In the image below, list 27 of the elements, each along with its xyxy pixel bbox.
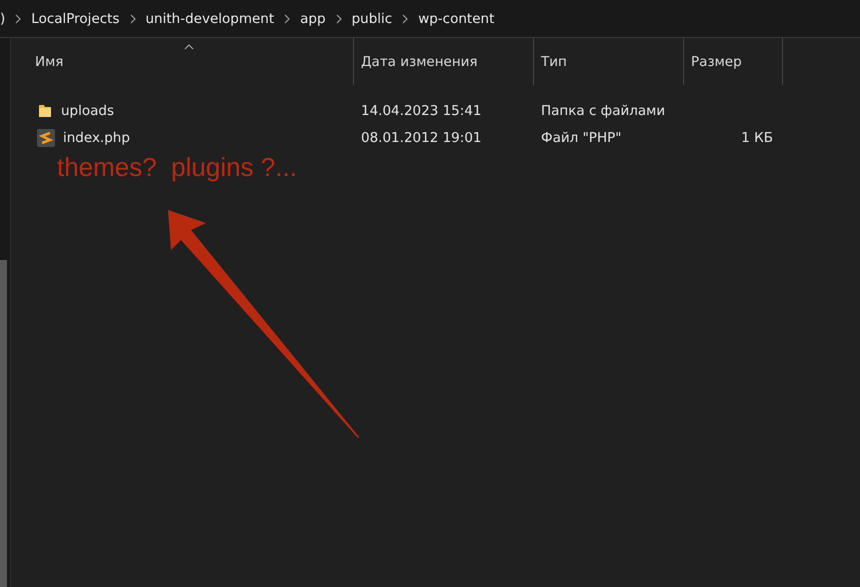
chevron-icon <box>334 14 343 24</box>
scrollbar-thumb[interactable] <box>0 260 7 587</box>
chevron-icon <box>14 14 22 24</box>
date-cell: 08.01.2012 19:01 <box>361 130 482 146</box>
column-header[interactable]: Размер <box>684 38 783 85</box>
sort-caret-icon <box>184 44 194 50</box>
file-name[interactable]: uploads <box>61 102 114 118</box>
column-header[interactable]: Имя <box>24 38 354 85</box>
chevron-icon <box>128 14 136 24</box>
type-cell: Файл "PHP" <box>541 130 622 146</box>
type-cell: Папка с файлами <box>541 102 666 118</box>
breadcrumb-item[interactable]: ) <box>0 10 6 26</box>
chevron-icon <box>283 14 292 24</box>
breadcrumb-item[interactable]: public <box>352 10 392 26</box>
file-icon <box>37 128 55 146</box>
breadcrumb-item[interactable]: unith-development <box>146 10 274 26</box>
column-header[interactable]: Дата изменения <box>354 38 534 85</box>
annotation-text: themes? plugins ?... <box>57 152 297 183</box>
breadcrumb-item[interactable]: wp-content <box>418 10 494 26</box>
breadcrumb-item[interactable]: app <box>300 10 326 26</box>
chevron-icon <box>401 14 410 24</box>
column-header[interactable]: Тип <box>534 38 684 85</box>
size-cell: 1 КБ <box>741 130 773 146</box>
folder-icon <box>37 102 53 118</box>
file-name[interactable]: index.php <box>63 130 130 146</box>
breadcrumb-item[interactable]: LocalProjects <box>31 10 120 26</box>
date-cell: 14.04.2023 15:41 <box>361 102 482 118</box>
